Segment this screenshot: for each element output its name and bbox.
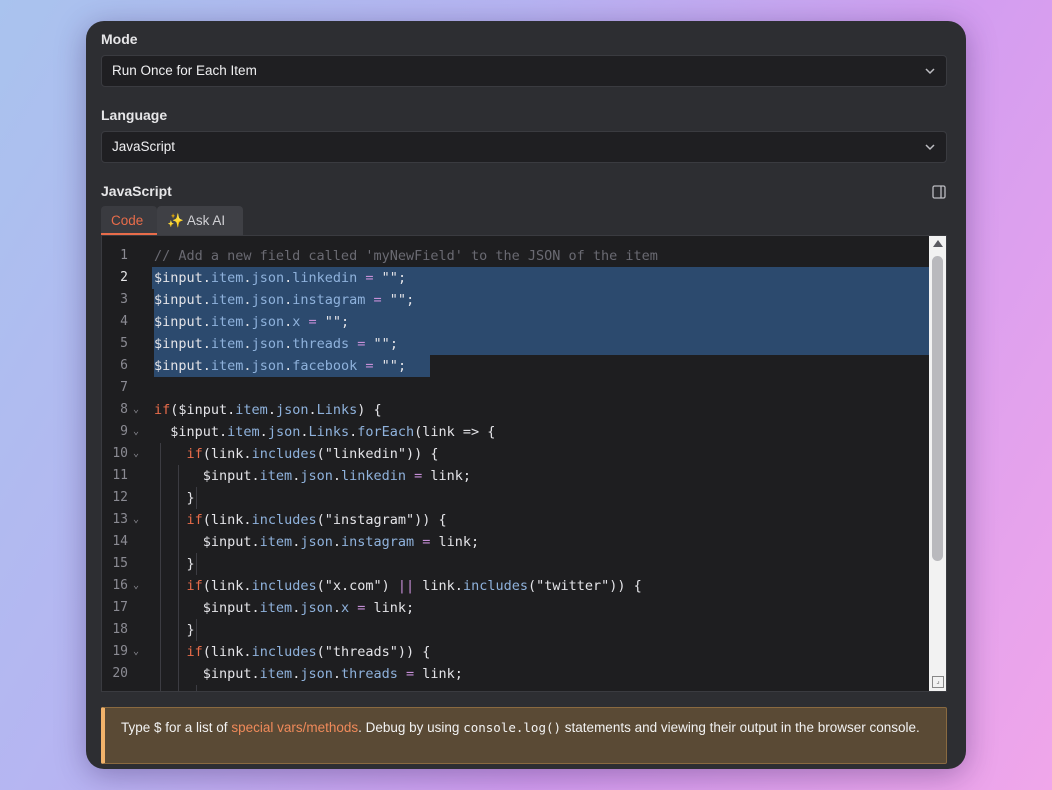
code-text: } xyxy=(154,556,195,572)
code-line[interactable]: 8 ⌄ if($input.item.json.Links) { xyxy=(102,399,930,421)
scroll-up-arrow-icon[interactable] xyxy=(933,240,943,247)
line-number: 16 xyxy=(112,578,128,593)
line-number: 12 xyxy=(112,490,128,505)
chevron-down-icon xyxy=(925,68,935,75)
mode-select[interactable]: Run Once for Each Item xyxy=(101,55,947,87)
code-line[interactable]: 19 ⌄ if(link.includes("threads")) { xyxy=(102,641,930,663)
code-line[interactable]: 6 $input.item.json.facebook = ""; xyxy=(102,355,930,377)
code-line[interactable]: 13 ⌄ if(link.includes("instagram")) { xyxy=(102,509,930,531)
code-line[interactable]: 1 // Add a new field called 'myNewField' … xyxy=(102,245,930,267)
line-number: 20 xyxy=(112,666,128,681)
line-number: 1 xyxy=(120,248,128,263)
fold-chevron-icon[interactable]: ⌄ xyxy=(133,641,139,663)
line-number: 9 xyxy=(120,424,128,439)
code-line[interactable]: 17 $input.item.json.x = link; xyxy=(102,597,930,619)
line-number: 3 xyxy=(120,292,128,307)
code-text: // Add a new field called 'myNewField' t… xyxy=(154,248,658,264)
code-line[interactable]: 5 $input.item.json.threads = ""; xyxy=(102,333,930,355)
code-text: $input.item.json.instagram = ""; xyxy=(154,292,415,308)
line-number: 5 xyxy=(120,336,128,351)
expand-panel-icon[interactable] xyxy=(932,185,946,199)
code-line[interactable]: 16 ⌄ if(link.includes("x.com") || link.in… xyxy=(102,575,930,597)
line-number: 19 xyxy=(112,644,128,659)
tab-ask-ai[interactable]: ✨ Ask AI xyxy=(157,206,243,235)
fold-chevron-icon[interactable]: ⌄ xyxy=(133,399,139,421)
code-line[interactable]: 4 $input.item.json.x = ""; xyxy=(102,311,930,333)
code-line[interactable]: 7 xyxy=(102,377,930,399)
code-text: $input.item.json.threads = ""; xyxy=(154,336,398,352)
code-text: if(link.includes("instagram")) { xyxy=(186,512,447,528)
hint-box: Type $ for a list of special vars/method… xyxy=(101,707,947,764)
hint-suffix: statements and viewing their output in t… xyxy=(561,720,920,735)
fold-chevron-icon[interactable]: ⌄ xyxy=(133,443,139,465)
code-text: if(link.includes("threads")) { xyxy=(186,644,431,660)
language-label: Language xyxy=(101,107,168,123)
line-number: 10 xyxy=(112,446,128,461)
line-number: 2 xyxy=(120,270,128,285)
line-number: 13 xyxy=(112,512,128,527)
code-text: $input.item.json.linkedin = ""; xyxy=(154,270,407,286)
line-number: 11 xyxy=(112,468,128,483)
code-text: } xyxy=(154,622,195,638)
hint-prefix: Type $ for a list of xyxy=(121,720,232,735)
code-text: $input.item.json.x = link; xyxy=(154,600,415,616)
line-number: 14 xyxy=(112,534,128,549)
code-text: $input.item.json.x = ""; xyxy=(154,314,350,330)
chevron-down-icon xyxy=(925,144,935,151)
line-number: 8 xyxy=(120,402,128,417)
code-line[interactable]: 12 } xyxy=(102,487,930,509)
editor-section-label: JavaScript xyxy=(101,183,172,199)
code-line[interactable]: 3 $input.item.json.instagram = ""; xyxy=(102,289,930,311)
code-text: $input.item.json.linkedin = link; xyxy=(154,468,472,484)
indent-guide xyxy=(196,685,197,691)
code-line[interactable]: 2 $input.item.json.linkedin = ""; xyxy=(102,267,930,289)
code-editor[interactable]: 1 // Add a new field called 'myNewField' … xyxy=(101,235,947,692)
code-text: $input.item.json.facebook = ""; xyxy=(154,358,407,374)
hint-middle: . Debug by using xyxy=(358,720,464,735)
line-number: 4 xyxy=(120,314,128,329)
fold-chevron-icon[interactable]: ⌄ xyxy=(133,509,139,531)
fold-chevron-icon[interactable]: ⌄ xyxy=(133,575,139,597)
code-text: if(link.includes("linkedin")) { xyxy=(186,446,439,462)
code-node-panel: Mode Run Once for Each Item Language Jav… xyxy=(86,21,966,769)
mode-label: Mode xyxy=(101,31,138,47)
line-number: 15 xyxy=(112,556,128,571)
code-line[interactable]: 10 ⌄ if(link.includes("linkedin")) { xyxy=(102,443,930,465)
editor-scrollbar[interactable]: ⌟ xyxy=(929,236,946,691)
scrollbar-thumb[interactable] xyxy=(932,256,943,561)
line-number: 7 xyxy=(120,380,128,395)
line-number: 6 xyxy=(120,358,128,373)
language-select[interactable]: JavaScript xyxy=(101,131,947,163)
fold-chevron-icon[interactable]: ⌄ xyxy=(133,421,139,443)
resize-handle-icon[interactable]: ⌟ xyxy=(932,676,944,688)
hint-code: console.log() xyxy=(463,720,562,735)
code-line[interactable]: 9 ⌄ $input.item.json.Links.forEach(link =… xyxy=(102,421,930,443)
code-line[interactable]: 20 $input.item.json.threads = link; xyxy=(102,663,930,685)
line-number: 18 xyxy=(112,622,128,637)
code-line[interactable]: 18 } xyxy=(102,619,930,641)
mode-select-value: Run Once for Each Item xyxy=(112,63,257,78)
code-text: $input.item.json.threads = link; xyxy=(154,666,463,682)
language-select-value: JavaScript xyxy=(112,139,176,154)
line-number: 17 xyxy=(112,600,128,615)
code-line[interactable]: 11 $input.item.json.linkedin = link; xyxy=(102,465,930,487)
special-vars-link[interactable]: special vars/methods xyxy=(231,720,358,735)
tab-code[interactable]: Code xyxy=(101,206,157,235)
code-text: } xyxy=(154,490,195,506)
code-text: $input.item.json.Links.forEach(link => { xyxy=(154,424,496,440)
code-text: $input.item.json.instagram = link; xyxy=(154,534,480,550)
code-line[interactable]: 14 $input.item.json.instagram = link; xyxy=(102,531,930,553)
code-text: if($input.item.json.Links) { xyxy=(154,402,382,418)
code-line[interactable]: 15 } xyxy=(102,553,930,575)
code-text: if(link.includes("x.com") || link.includ… xyxy=(186,578,642,594)
